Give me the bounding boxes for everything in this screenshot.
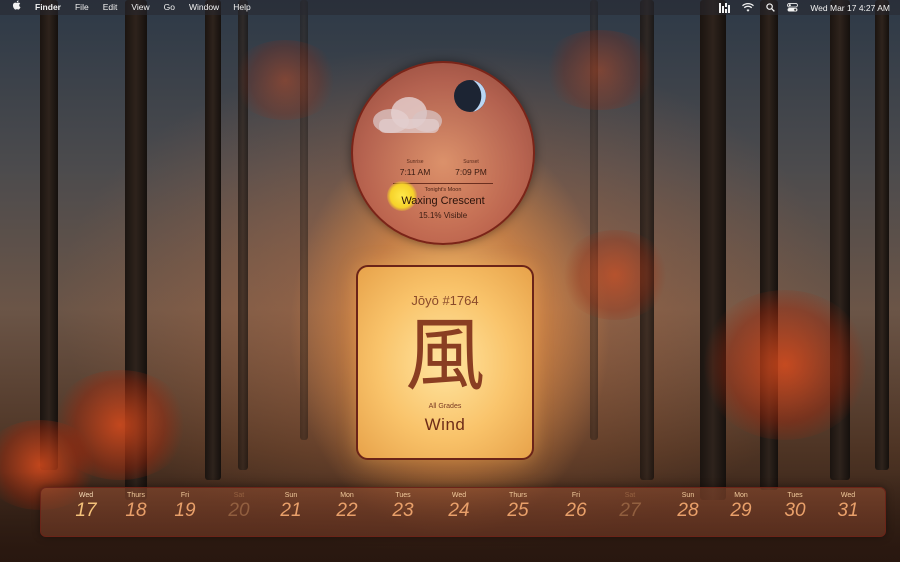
calendar-day[interactable]: Mon 29: [721, 492, 761, 522]
day-number: 26: [565, 500, 587, 521]
day-name: Sun: [681, 492, 695, 499]
day-name: Tues: [395, 492, 411, 499]
moon-phase: Waxing Crescent: [401, 195, 485, 207]
moon-visibility: 15.1% Visible: [418, 211, 468, 220]
day-number: 20: [228, 500, 250, 521]
cloud-icon: [371, 95, 443, 135]
day-name: Fri: [571, 492, 581, 499]
menu-bar: Finder File Edit View Go Window Help Wed…: [0, 0, 900, 15]
day-number: 19: [174, 500, 196, 521]
calendar-day[interactable]: Mon 22: [327, 492, 367, 522]
menu-go[interactable]: Go: [157, 0, 182, 15]
sunset-time: 7:09 PM: [455, 167, 487, 177]
day-name: Sat: [624, 492, 636, 499]
day-name: Wed: [840, 492, 856, 499]
day-name: Tues: [787, 492, 803, 499]
menu-view[interactable]: View: [124, 0, 156, 15]
widget-icon[interactable]: [713, 2, 736, 13]
kanji-grade: All Grades: [428, 403, 462, 410]
control-center-icon[interactable]: [781, 3, 804, 12]
day-name: Fri: [180, 492, 190, 499]
menu-window[interactable]: Window: [182, 0, 226, 15]
menu-edit[interactable]: Edit: [96, 0, 125, 15]
day-number: 31: [837, 500, 859, 521]
sunset-label: Sunset: [463, 159, 479, 165]
calendar-day[interactable]: Sat 20: [219, 492, 259, 522]
calendar-day[interactable]: Sun 28: [668, 492, 708, 522]
moon-label: Tonight's Moon: [424, 187, 462, 193]
calendar-strip-widget[interactable]: Wed 17 Thurs 18 Fri 19 Sat 20 Sun 21 Mon…: [40, 487, 886, 537]
menu-app-finder[interactable]: Finder: [28, 0, 68, 15]
day-name: Thurs: [127, 492, 145, 499]
calendar-day[interactable]: Sun 21: [271, 492, 311, 522]
day-name: Sat: [233, 492, 245, 499]
day-number: 18: [125, 500, 147, 521]
day-name: Thurs: [509, 492, 527, 499]
calendar-day[interactable]: Tues 30: [775, 492, 815, 522]
day-name: Sun: [284, 492, 298, 499]
day-number: 25: [507, 500, 529, 521]
weather-moon-widget[interactable]: Sunrise 7:11 AM Sunset 7:09 PM Tonight's…: [351, 61, 535, 245]
day-name: Mon: [340, 492, 354, 499]
calendar-day[interactable]: Wed 24: [439, 492, 479, 522]
kanji-meaning: Wind: [424, 415, 466, 434]
apple-logo-icon[interactable]: [0, 0, 28, 15]
calendar-day[interactable]: Thurs 25: [498, 492, 538, 522]
calendar-day[interactable]: Thurs 18: [116, 492, 156, 522]
day-number: 30: [784, 500, 806, 521]
day-number: 23: [392, 500, 414, 521]
kanji-number: Jōyō #1764: [411, 293, 479, 308]
kanji-character: 風: [405, 309, 485, 402]
day-number: 29: [730, 500, 752, 521]
day-number: 28: [677, 500, 699, 521]
moon-icon: [453, 79, 487, 113]
day-number: 21: [280, 500, 302, 521]
calendar-day[interactable]: Fri 26: [556, 492, 596, 522]
day-number: 27: [619, 500, 641, 521]
wifi-icon[interactable]: [736, 3, 760, 12]
day-name: Wed: [451, 492, 467, 499]
calendar-day[interactable]: Wed 31: [828, 492, 868, 522]
calendar-day[interactable]: Tues 23: [383, 492, 423, 522]
day-number: 24: [448, 500, 470, 521]
sunrise-time: 7:11 AM: [399, 167, 431, 177]
menu-clock[interactable]: Wed Mar 17 4:27 AM: [804, 3, 890, 13]
kanji-widget[interactable]: Jōyō #1764 風 All Grades Wind: [356, 265, 534, 460]
day-name: Wed: [78, 492, 94, 499]
menu-help[interactable]: Help: [226, 0, 257, 15]
day-name: Mon: [734, 492, 748, 499]
search-icon[interactable]: [760, 3, 781, 12]
calendar-day[interactable]: Sat 27: [610, 492, 650, 522]
calendar-day[interactable]: Fri 19: [165, 492, 205, 522]
menu-file[interactable]: File: [68, 0, 96, 15]
day-number: 22: [336, 500, 358, 521]
calendar-day[interactable]: Wed 17: [66, 492, 106, 522]
day-number: 17: [75, 500, 97, 521]
sunrise-label: Sunrise: [406, 159, 424, 165]
